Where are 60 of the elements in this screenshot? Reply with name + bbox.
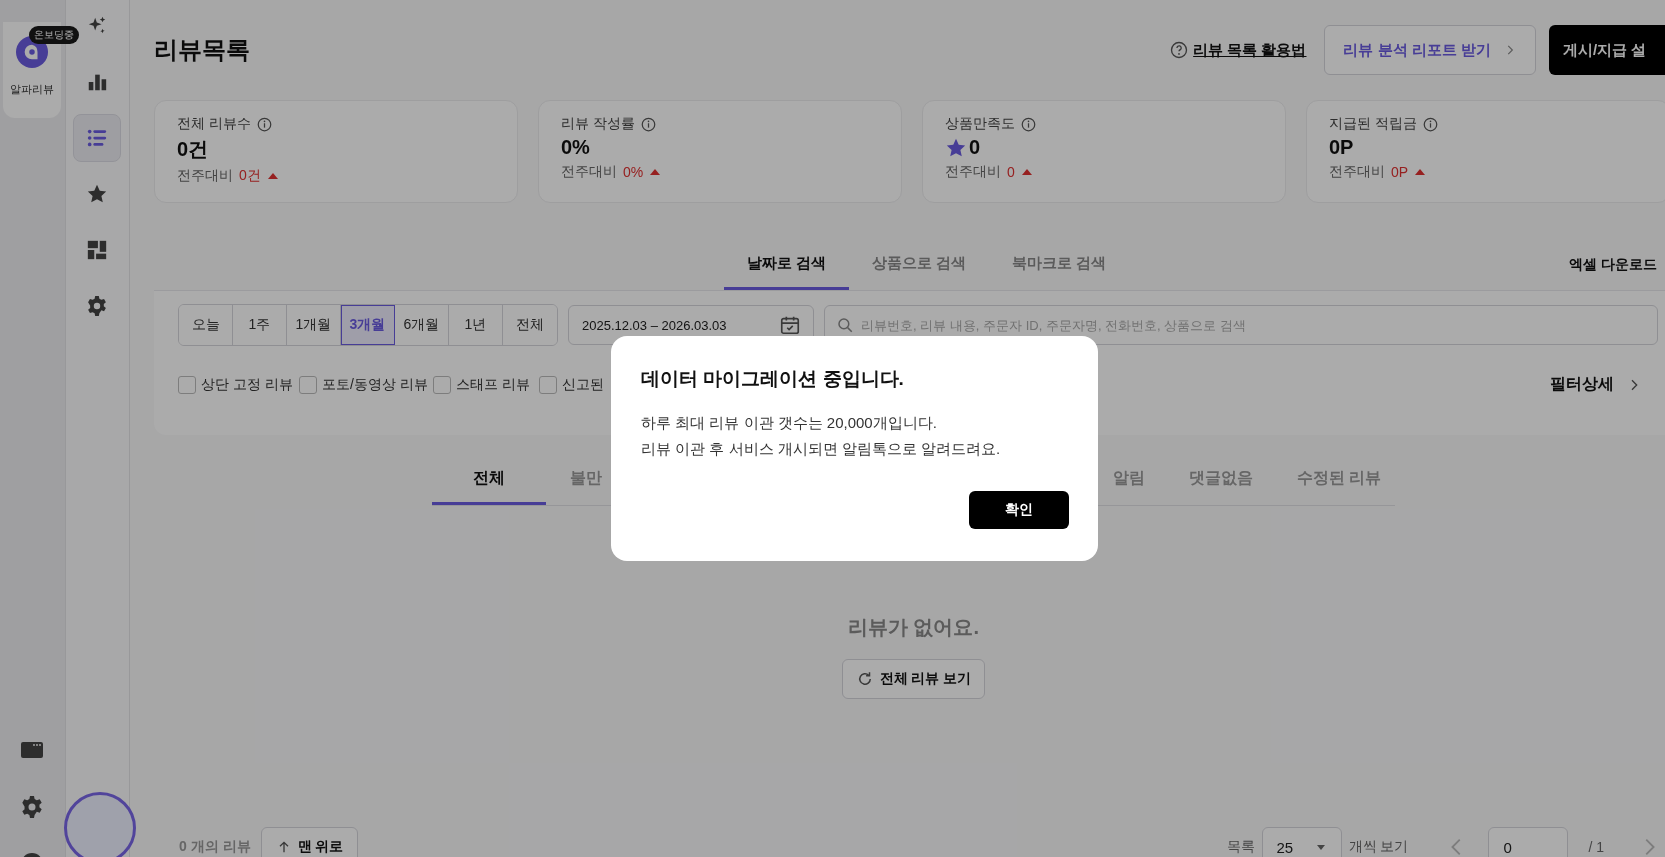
dashboard-icon bbox=[86, 239, 109, 261]
star-icon bbox=[86, 183, 109, 205]
settings-icon bbox=[86, 295, 109, 317]
empty-message: 리뷰가 없어요. bbox=[847, 615, 980, 640]
info-icon bbox=[256, 116, 272, 132]
app-name: 알파리뷰 bbox=[10, 82, 55, 97]
checkbox-label[interactable]: 스태프 리뷰 bbox=[456, 375, 530, 394]
period-button[interactable]: 오늘 bbox=[179, 305, 233, 345]
help-icon bbox=[1170, 41, 1189, 59]
stat-value: 0P bbox=[1329, 136, 1354, 159]
checkbox-label[interactable]: 포토/동영상 리뷰 bbox=[322, 375, 428, 394]
checkbox[interactable] bbox=[433, 375, 451, 394]
stat-label: 상품만족도 bbox=[945, 115, 1015, 133]
checkbox-label[interactable]: 신고된 bbox=[562, 375, 604, 394]
info-icon bbox=[1422, 116, 1438, 132]
excel-download-button[interactable]: 엑셀 다운로드 bbox=[1569, 256, 1657, 274]
page-title: 리뷰목록 bbox=[154, 35, 250, 65]
stat-change: 0 bbox=[1007, 164, 1015, 180]
info-icon bbox=[640, 116, 656, 132]
scroll-top-button[interactable]: 맨 위로 bbox=[260, 827, 359, 857]
help-link[interactable]: 리뷰 목록 활용법 bbox=[1193, 40, 1307, 60]
review-tab[interactable]: 전체 bbox=[432, 455, 546, 505]
stat-value: 0% bbox=[561, 136, 590, 159]
list-icon bbox=[86, 127, 109, 149]
dialog-message: 리뷰 이관 후 서비스 개시되면 알림톡으로 알려드려요. bbox=[641, 439, 1002, 459]
filter-detail-button[interactable]: 필터상세 bbox=[1544, 373, 1648, 396]
checkbox[interactable] bbox=[299, 375, 317, 394]
report-button[interactable]: 리뷰 분석 리포트 받기 bbox=[1324, 25, 1536, 75]
stat-change: 0건 bbox=[239, 167, 261, 185]
stat-label: 전체 리뷰수 bbox=[177, 115, 251, 133]
nav-item[interactable] bbox=[73, 114, 122, 162]
view-all-reviews-button[interactable]: 전체 리뷰 보기 bbox=[841, 659, 986, 699]
checkbox-label[interactable]: 상단 고정 리뷰 bbox=[201, 375, 293, 394]
dialog-message: 하루 최대 리뷰 이관 갯수는 20,000개입니다. bbox=[641, 413, 938, 433]
search-icon bbox=[836, 316, 854, 334]
checkbox[interactable] bbox=[178, 375, 196, 394]
info-icon bbox=[1021, 116, 1036, 132]
list-label: 목록 bbox=[1226, 838, 1255, 856]
stat-label: 지급된 적립금 bbox=[1329, 115, 1417, 133]
stat-value: 0 bbox=[969, 136, 981, 159]
stat-value: 0건 bbox=[177, 137, 209, 162]
dialog-title: 데이터 마이그레이션 중입니다. bbox=[641, 367, 905, 391]
settings-button[interactable]: 게시/지급 설 bbox=[1549, 25, 1665, 75]
checkbox[interactable] bbox=[539, 375, 557, 394]
page-input[interactable]: 0 bbox=[1488, 827, 1569, 857]
confirm-button[interactable]: 확인 bbox=[969, 491, 1069, 529]
compare-label: 전주대비 bbox=[945, 163, 1001, 181]
calendar-icon bbox=[779, 314, 801, 336]
compare-label: 전주대비 bbox=[1329, 163, 1385, 181]
page-size-select[interactable]: 25 bbox=[1261, 827, 1342, 857]
review-count: 0 개의 리뷰 bbox=[179, 838, 251, 856]
per-page-label: 개씩 보기 bbox=[1348, 838, 1409, 856]
total-pages: / 1 bbox=[1588, 839, 1604, 855]
compare-label: 전주대비 bbox=[561, 163, 617, 181]
stat-label: 리뷰 작성률 bbox=[561, 115, 635, 133]
status-badge: 온보딩중 bbox=[29, 26, 80, 44]
compare-label: 전주대비 bbox=[177, 167, 233, 185]
stat-change: 0% bbox=[623, 164, 644, 180]
stat-change: 0P bbox=[1391, 164, 1409, 180]
settings-icon[interactable] bbox=[20, 795, 45, 819]
